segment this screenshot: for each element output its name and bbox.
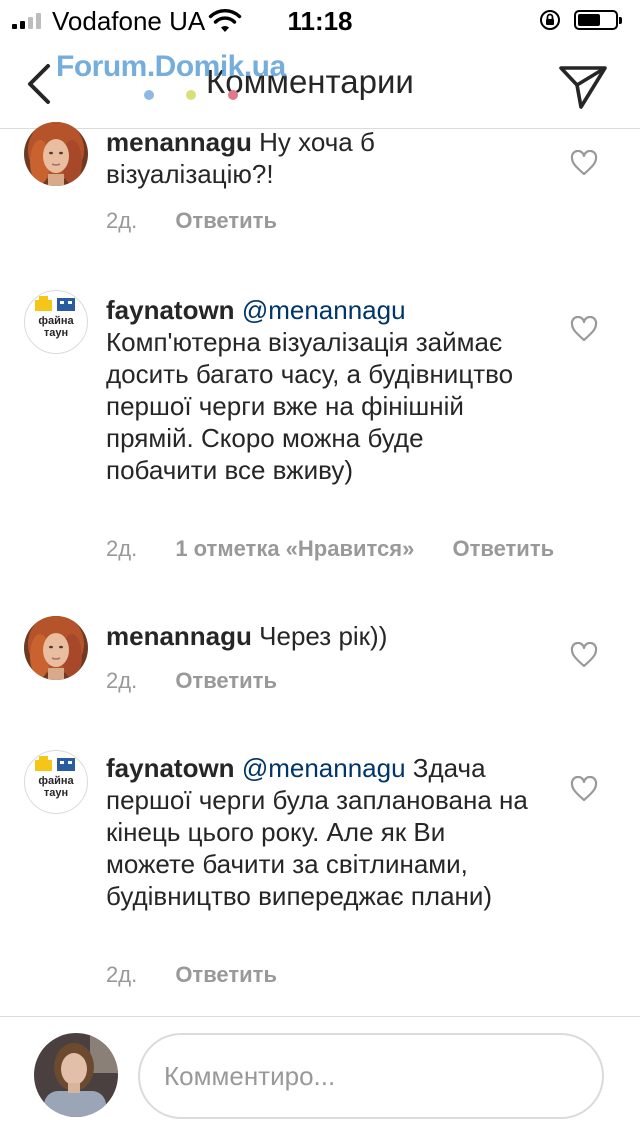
likes-count-link[interactable]: 1 отметка «Нравится» (175, 536, 414, 562)
reply-button[interactable]: Ответить (175, 208, 277, 234)
comment-body: Комп'ютерна візуалізація займає досить б… (106, 327, 514, 485)
comment-meta: 2д. 1 отметка «Нравится» Ответить (106, 536, 554, 562)
logo-text-line2: таун (44, 787, 68, 799)
comment-meta: 2д. Ответить (106, 208, 277, 234)
comment-text: faynatown @menannagu Комп'ютерна візуалі… (106, 294, 536, 486)
logo-text-line2: таун (44, 327, 68, 339)
comment-input[interactable] (138, 1033, 604, 1119)
heart-icon[interactable] (570, 150, 598, 176)
comment-time: 2д. (106, 536, 138, 561)
comment-body: Через рік)) (259, 621, 388, 651)
watermark-dots (144, 90, 244, 102)
comment-username[interactable]: menannagu (106, 621, 252, 651)
comment-mention[interactable]: @menannagu (242, 295, 406, 325)
comment-meta: 2д. Ответить (106, 962, 277, 988)
comment-text: menannagu Ну хоча б візуалізацію?! (106, 126, 536, 190)
avatar[interactable] (24, 616, 88, 680)
avatar[interactable]: файна таун (24, 750, 88, 814)
comment-time: 2д. (106, 962, 138, 987)
paper-plane-icon[interactable] (558, 64, 608, 110)
status-bar: Vodafone UA 11:18 (0, 0, 640, 40)
current-user-avatar (34, 1033, 118, 1117)
comment-username[interactable]: faynatown (106, 753, 235, 783)
heart-icon[interactable] (570, 776, 598, 802)
heart-icon[interactable] (570, 316, 598, 342)
comment-time: 2д. (106, 668, 138, 693)
comment-text: menannagu Через рік)) (106, 620, 536, 652)
battery-icon (574, 10, 622, 30)
avatar[interactable] (24, 122, 88, 186)
comment-username[interactable]: faynatown (106, 295, 235, 325)
comment-username[interactable]: menannagu (106, 127, 252, 157)
logo-text-line1: файна (38, 775, 74, 787)
heart-icon[interactable] (570, 642, 598, 668)
comment-mention[interactable]: @menannagu (242, 753, 406, 783)
avatar[interactable]: файна таун (24, 290, 88, 354)
reply-button[interactable]: Ответить (175, 962, 277, 988)
comment-meta: 2д. Ответить (106, 668, 277, 694)
reply-button[interactable]: Ответить (452, 536, 554, 562)
comment-composer (0, 1016, 640, 1137)
watermark-logo: Forum.Domik.ua (56, 50, 286, 83)
reply-button[interactable]: Ответить (175, 668, 277, 694)
comment-time: 2д. (106, 208, 138, 233)
logo-text-line1: файна (38, 315, 74, 327)
comment-text: faynatown @menannagu Здача першої черги … (106, 752, 536, 912)
orientation-lock-icon (540, 10, 560, 30)
header: Комментарии Forum.Domik.ua (0, 40, 640, 129)
